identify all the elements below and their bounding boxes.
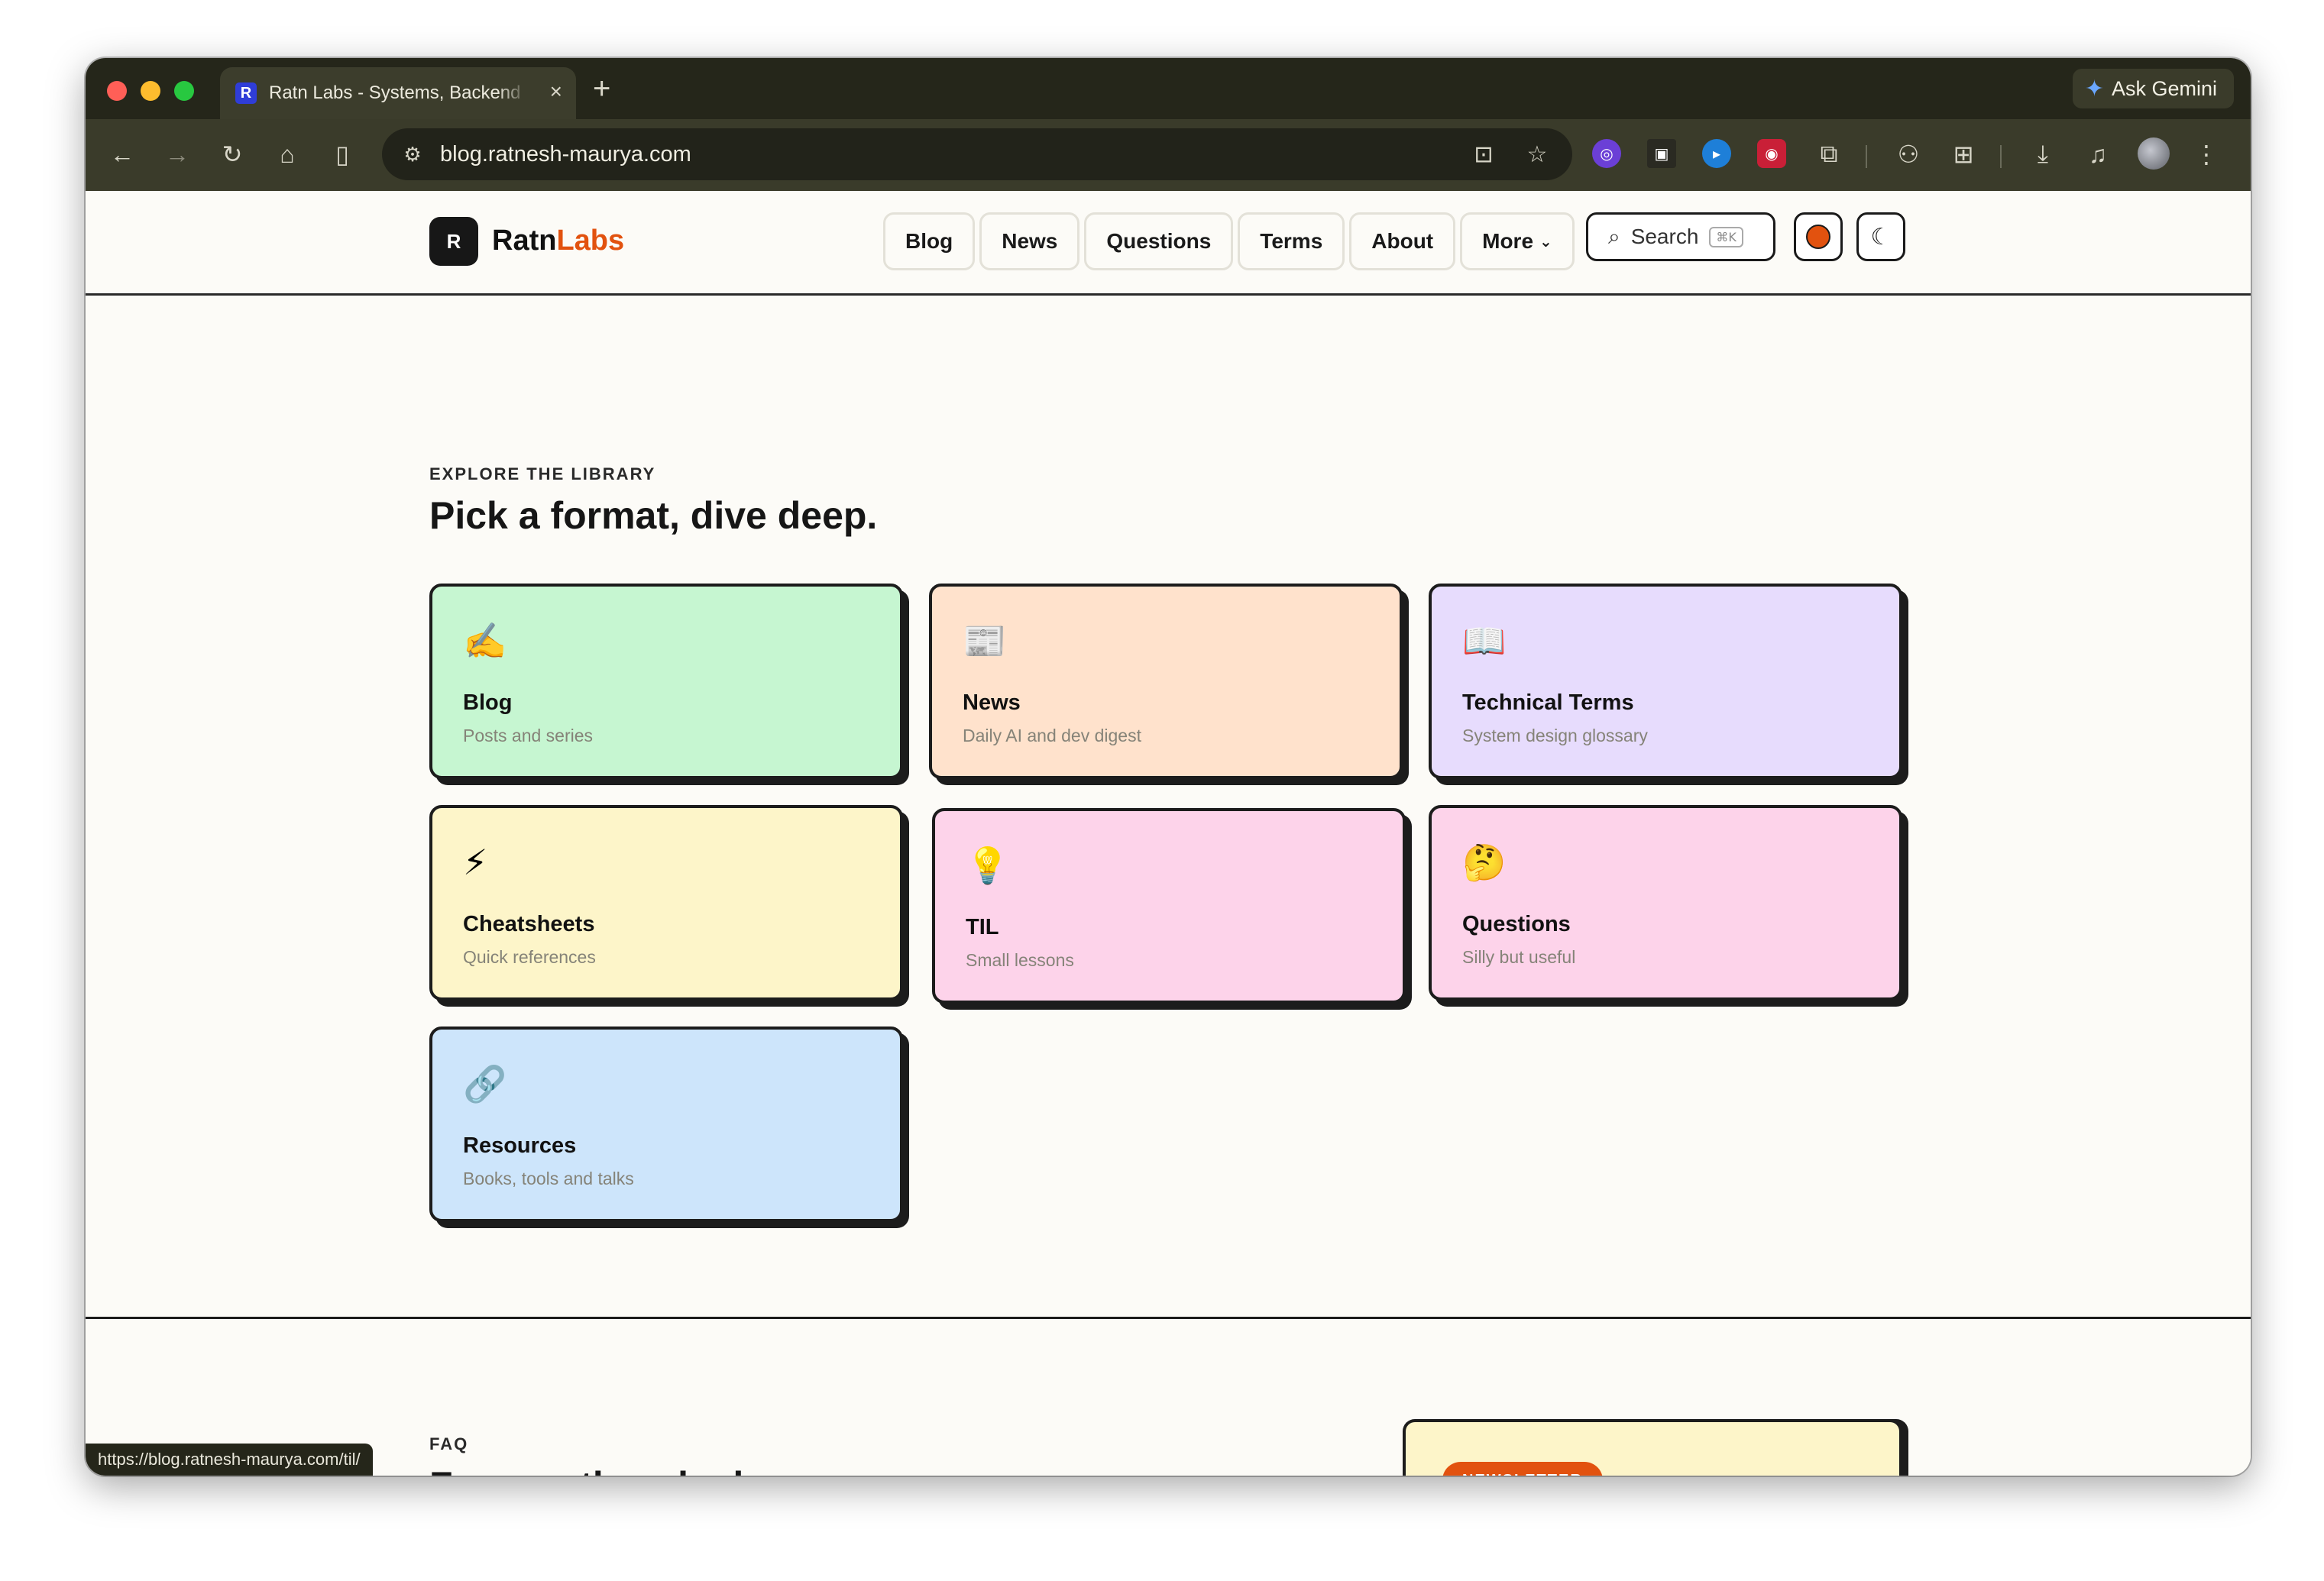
download-icon[interactable]: ⤓ — [2023, 134, 2063, 174]
close-window-button[interactable] — [107, 81, 127, 101]
toolbar-separator — [2000, 145, 2002, 168]
writing-hand-icon: ✍️ — [463, 620, 507, 661]
chevron-down-icon: ⌄ — [1539, 233, 1552, 251]
section-divider — [86, 1317, 2251, 1319]
media-control-icon[interactable]: ♫ — [2078, 134, 2118, 174]
card-subtitle: Posts and series — [463, 726, 594, 745]
card-questions[interactable]: 🤔 Questions Silly but useful — [1429, 805, 1902, 1001]
card-subtitle: Daily AI and dev digest — [963, 726, 1141, 745]
dark-mode-toggle[interactable]: ☾ — [1856, 212, 1905, 261]
extensions-puzzle-icon[interactable]: ⧉ — [1809, 134, 1849, 174]
search-icon: ⌕ — [1608, 224, 1620, 248]
site-header: R RatnLabs Blog News Questions Terms Abo… — [86, 191, 2251, 296]
moon-icon: ☾ — [1870, 224, 1892, 250]
toolbar-separator — [1866, 145, 1867, 168]
accent-color-button[interactable] — [1794, 212, 1843, 261]
nav-blog[interactable]: Blog — [883, 212, 976, 270]
nav-news[interactable]: News — [979, 212, 1080, 270]
profile-avatar[interactable] — [2138, 137, 2170, 170]
address-bar[interactable]: ⚙ blog.ratnesh-maurya.com ⊡ ☆ — [382, 128, 1572, 180]
card-title: TIL — [966, 915, 999, 939]
faq-title: Frequently asked. — [429, 1463, 754, 1476]
logo-text[interactable]: RatnLabs — [492, 225, 624, 257]
browser-toolbar: ← → ↻ ⌂ ▯ ⚙ blog.ratnesh-maurya.com ⊡ ☆ … — [86, 119, 2251, 191]
browser-tab-active[interactable]: R Ratn Labs - Systems, Backend × — [220, 67, 576, 119]
card-resources[interactable]: 🔗 Resources Books, tools and talks — [429, 1027, 903, 1222]
light-bulb-icon: 💡 — [966, 845, 1010, 886]
newsletter-card: NEWSLETTER — [1403, 1419, 1902, 1476]
ask-gemini-button[interactable]: ✦ Ask Gemini — [2072, 69, 2234, 108]
status-bar-url: https://blog.ratnesh-maurya.com/til/ — [86, 1444, 373, 1476]
card-title: Resources — [463, 1133, 577, 1158]
tab-search-icon[interactable]: ⊞ — [1944, 134, 1983, 174]
card-cheatsheets[interactable]: ⚡ Cheatsheets Quick references — [429, 805, 903, 1001]
nav-terms[interactable]: Terms — [1238, 212, 1345, 270]
reload-icon[interactable]: ↻ — [212, 134, 252, 174]
card-til[interactable]: 💡 TIL Small lessons — [932, 808, 1406, 1004]
site-settings-icon[interactable]: ⚙ — [397, 143, 428, 167]
card-title: Blog — [463, 690, 513, 715]
tab-close-icon[interactable]: × — [550, 79, 562, 104]
nav-more[interactable]: More ⌄ — [1460, 212, 1575, 270]
card-subtitle: Books, tools and talks — [463, 1169, 634, 1188]
search-shortcut-badge: ⌘K — [1709, 226, 1743, 247]
nav-questions[interactable]: Questions — [1084, 212, 1234, 270]
newsletter-badge: NEWSLETTER — [1442, 1462, 1603, 1476]
install-app-icon[interactable]: ⊡ — [1465, 136, 1502, 173]
extension-window-icon[interactable]: ▣ — [1647, 139, 1676, 168]
newspaper-icon: 📰 — [963, 620, 1007, 661]
thinking-face-icon: 🤔 — [1462, 842, 1507, 883]
card-title: Cheatsheets — [463, 912, 595, 936]
logo-mark[interactable]: R — [429, 217, 478, 266]
back-arrow-icon[interactable]: ← — [102, 134, 142, 174]
minimize-window-button[interactable] — [141, 81, 160, 101]
card-subtitle: System design glossary — [1462, 726, 1648, 745]
forward-arrow-icon[interactable]: → — [157, 134, 197, 174]
page-content: R RatnLabs Blog News Questions Terms Abo… — [86, 191, 2251, 1476]
bookmark-star-icon[interactable]: ☆ — [1519, 136, 1555, 173]
extension-red-icon[interactable]: ◉ — [1757, 139, 1786, 168]
accent-color-swatch — [1806, 225, 1830, 249]
home-icon[interactable]: ⌂ — [267, 134, 307, 174]
faq-eyebrow: FAQ — [429, 1434, 469, 1453]
maximize-window-button[interactable] — [174, 81, 194, 101]
new-tab-button[interactable]: + — [593, 72, 610, 106]
tab-title: Ratn Labs - Systems, Backend — [269, 82, 521, 103]
extension-blue-icon[interactable]: ▸ — [1702, 139, 1731, 168]
open-book-icon: 📖 — [1462, 620, 1507, 661]
library-title: Pick a format, dive deep. — [429, 494, 878, 537]
logo-text-accent: Labs — [556, 225, 625, 257]
reading-mode-icon[interactable]: ▯ — [322, 134, 362, 174]
url-text[interactable]: blog.ratnesh-maurya.com — [440, 142, 691, 167]
main-nav: Blog News Questions Terms About More ⌄ — [883, 212, 1575, 270]
site-favicon-icon: R — [235, 82, 257, 104]
card-news[interactable]: 📰 News Daily AI and dev digest — [929, 584, 1403, 779]
link-icon: 🔗 — [463, 1063, 507, 1104]
card-technical-terms[interactable]: 📖 Technical Terms System design glossary — [1429, 584, 1902, 779]
nav-more-label: More — [1482, 229, 1534, 253]
card-title: Questions — [1462, 912, 1571, 936]
search-button[interactable]: ⌕ Search ⌘K — [1586, 212, 1775, 261]
card-subtitle: Silly but useful — [1462, 947, 1576, 967]
card-subtitle: Small lessons — [966, 950, 1074, 970]
card-subtitle: Quick references — [463, 947, 596, 967]
browser-window: R Ratn Labs - Systems, Backend × + ✦ Ask… — [86, 58, 2251, 1476]
extension-purple-icon[interactable]: ◎ — [1592, 139, 1621, 168]
lightning-icon: ⚡ — [463, 842, 488, 883]
card-blog[interactable]: ✍️ Blog Posts and series — [429, 584, 903, 779]
nav-about[interactable]: About — [1349, 212, 1456, 270]
menu-dots-icon[interactable]: ⋮ — [2186, 134, 2226, 174]
library-eyebrow: EXPLORE THE LIBRARY — [429, 464, 656, 483]
ask-gemini-label: Ask Gemini — [2111, 76, 2217, 100]
logo-text-primary: Ratn — [492, 225, 557, 257]
title-bar: R Ratn Labs - Systems, Backend × + ✦ Ask… — [86, 58, 2251, 119]
incognito-icon[interactable]: ⚇ — [1889, 134, 1928, 174]
search-label: Search — [1630, 225, 1699, 248]
gemini-sparkle-icon: ✦ — [2084, 76, 2104, 102]
card-title: News — [963, 690, 1021, 715]
card-title: Technical Terms — [1462, 690, 1634, 715]
